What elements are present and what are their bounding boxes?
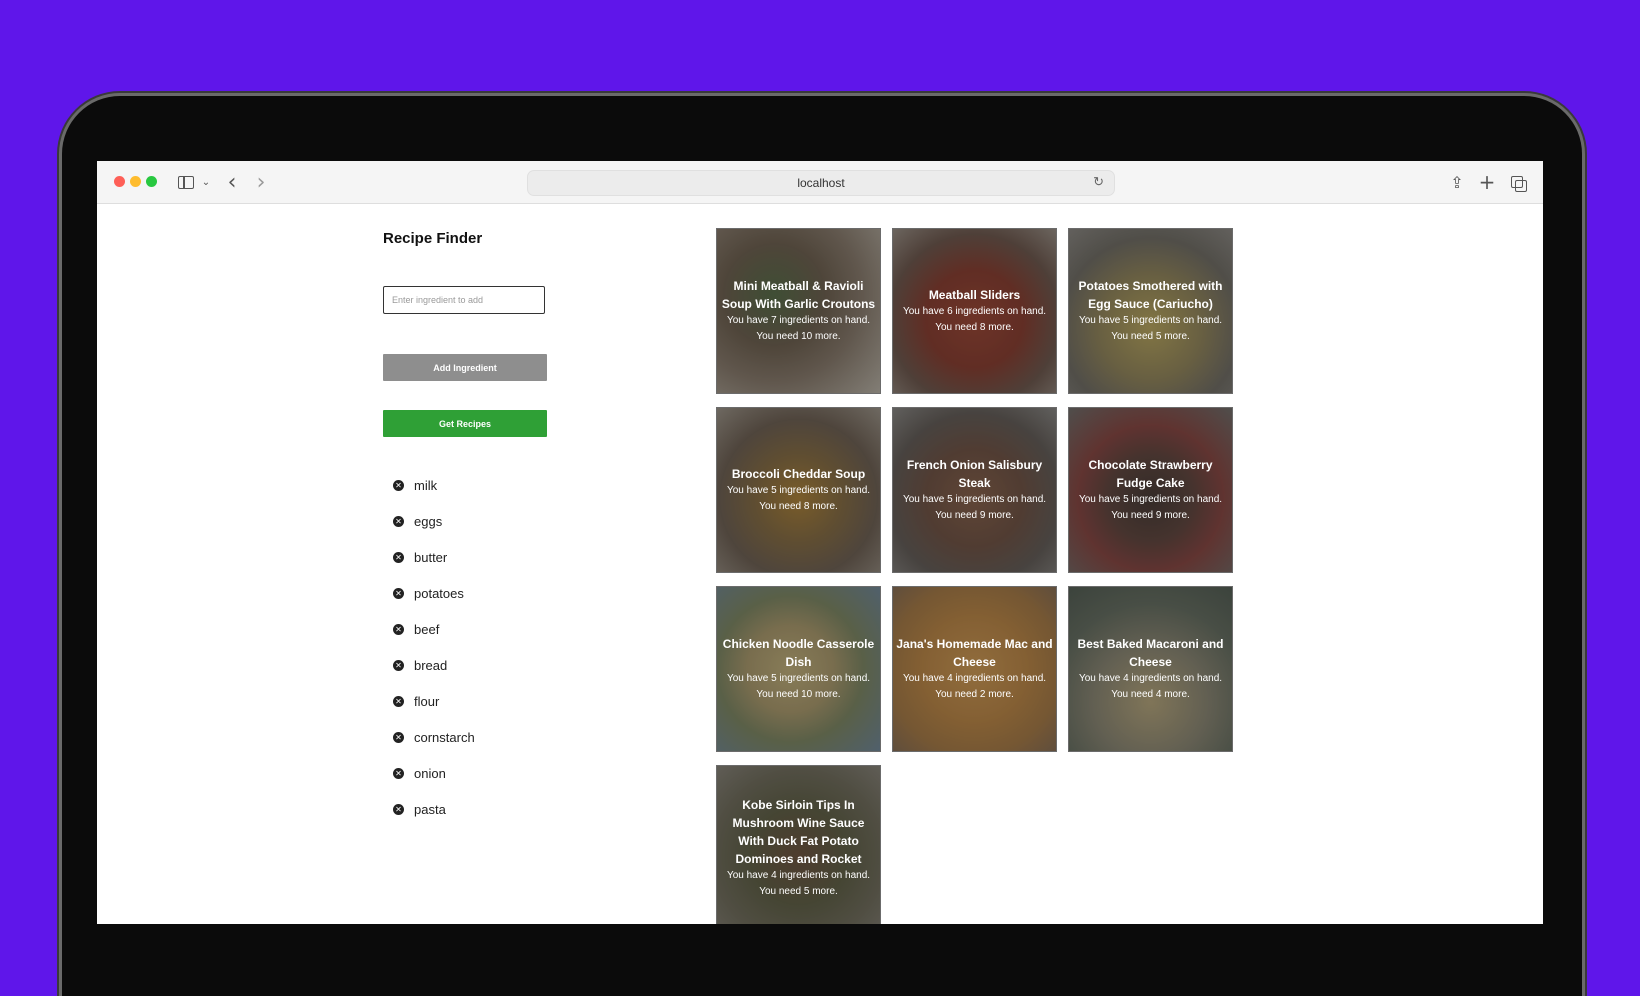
remove-icon[interactable]: ✕ — [393, 587, 404, 599]
zoom-window-button[interactable] — [146, 176, 157, 187]
recipe-title: Broccoli Cheddar Soup — [731, 467, 866, 481]
list-item: ✕ pasta — [393, 791, 475, 827]
recipe-have-count: You have 5 ingredients on hand. — [726, 485, 871, 496]
list-item: ✕ bread — [393, 647, 475, 683]
list-item: ✕ flour — [393, 683, 475, 719]
recipe-title: Chicken Noodle Casserole Dish — [722, 637, 875, 669]
recipe-grid: Mini Meatball & Ravioli Soup With Garlic… — [716, 228, 1233, 924]
recipe-title: Chocolate Strawberry Fudge Cake — [1088, 458, 1213, 490]
ingredient-label: beef — [414, 621, 440, 637]
list-item: ✕ butter — [393, 539, 475, 575]
recipe-have-count: You have 6 ingredients on hand. — [902, 306, 1047, 317]
forward-arrow-icon[interactable]: › — [254, 170, 268, 195]
minimize-window-button[interactable] — [130, 176, 141, 187]
recipe-title: Potatoes Smothered with Egg Sauce (Cariu… — [1078, 279, 1223, 311]
ingredient-label: pasta — [414, 801, 446, 817]
recipe-need-count: You need 10 more. — [756, 689, 841, 700]
recipe-card[interactable]: Potatoes Smothered with Egg Sauce (Cariu… — [1068, 228, 1233, 394]
recipe-need-count: You need 9 more. — [935, 510, 1014, 521]
recipe-need-count: You need 9 more. — [1111, 510, 1190, 521]
recipe-have-count: You have 5 ingredients on hand. — [1078, 315, 1223, 326]
ingredient-label: flour — [414, 693, 440, 709]
recipe-card[interactable]: Jana's Homemade Mac and Cheese You have 4… — [892, 586, 1057, 752]
list-item: ✕ milk — [393, 467, 475, 503]
recipe-title: Meatball Sliders — [928, 288, 1021, 302]
ingredient-list: ✕ milk ✕ eggs ✕ butter ✕ potatoes ✕ beef ✕ bre… — [393, 467, 475, 827]
recipe-title: Kobe Sirloin Tips In Mushroom Wine Sauce… — [732, 798, 865, 866]
recipe-title: Jana's Homemade Mac and Cheese — [896, 637, 1053, 669]
recipe-card[interactable]: Meatball Sliders You have 6 ingredients o… — [892, 228, 1057, 394]
sidebar-toggle-icon[interactable] — [177, 171, 195, 193]
ingredient-label: butter — [414, 549, 448, 565]
recipe-have-count: You have 5 ingredients on hand. — [902, 494, 1047, 505]
recipe-need-count: You need 10 more. — [756, 331, 841, 342]
back-arrow-icon[interactable]: ‹ — [225, 170, 239, 195]
recipe-card[interactable]: Broccoli Cheddar Soup You have 5 ingredie… — [716, 407, 881, 573]
recipe-have-count: You have 7 ingredients on hand. — [726, 315, 871, 326]
share-icon[interactable]: ⇪ — [1449, 171, 1465, 193]
chevron-down-icon[interactable]: ⌄ — [201, 171, 211, 193]
ingredient-label: cornstarch — [414, 729, 475, 745]
new-tab-icon[interactable]: + — [1479, 170, 1496, 194]
remove-icon[interactable]: ✕ — [393, 803, 404, 815]
list-item: ✕ eggs — [393, 503, 475, 539]
recipe-need-count: You need 8 more. — [759, 501, 838, 512]
remove-icon[interactable]: ✕ — [393, 623, 404, 635]
recipe-title: Best Baked Macaroni and Cheese — [1077, 637, 1224, 669]
recipe-have-count: You have 4 ingredients on hand. — [726, 870, 871, 881]
recipe-need-count: You need 2 more. — [935, 689, 1014, 700]
remove-icon[interactable]: ✕ — [393, 695, 404, 707]
recipe-card[interactable]: French Onion Salisbury Steak You have 5 i… — [892, 407, 1057, 573]
recipe-title: Mini Meatball & Ravioli Soup With Garlic… — [721, 279, 876, 311]
recipe-title: French Onion Salisbury Steak — [906, 458, 1043, 490]
browser-window: ⌄ ‹ › localhost ↻ ⇪ + Recipe Finder Add … — [97, 161, 1543, 924]
remove-icon[interactable]: ✕ — [393, 731, 404, 743]
address-bar[interactable]: localhost ↻ — [527, 170, 1115, 196]
list-item: ✕ beef — [393, 611, 475, 647]
close-window-button[interactable] — [114, 176, 125, 187]
recipe-have-count: You have 4 ingredients on hand. — [1078, 673, 1223, 684]
recipe-have-count: You have 5 ingredients on hand. — [726, 673, 871, 684]
ingredient-label: onion — [414, 765, 446, 781]
url-text: localhost — [797, 176, 845, 190]
recipe-card[interactable]: Mini Meatball & Ravioli Soup With Garlic… — [716, 228, 881, 394]
ingredient-input[interactable] — [383, 286, 545, 314]
recipe-have-count: You have 5 ingredients on hand. — [1078, 494, 1223, 505]
reload-icon[interactable]: ↻ — [1093, 174, 1104, 190]
ingredient-label: milk — [414, 477, 438, 493]
remove-icon[interactable]: ✕ — [393, 767, 404, 779]
page-title: Recipe Finder — [383, 230, 483, 247]
recipe-have-count: You have 4 ingredients on hand. — [902, 673, 1047, 684]
remove-icon[interactable]: ✕ — [393, 515, 404, 527]
ingredient-label: potatoes — [414, 585, 464, 601]
recipe-need-count: You need 8 more. — [935, 322, 1014, 333]
get-recipes-button[interactable]: Get Recipes — [383, 410, 547, 437]
remove-icon[interactable]: ✕ — [393, 479, 404, 491]
page-content: Recipe Finder Add Ingredient Get Recipes… — [97, 203, 1543, 924]
ingredient-label: eggs — [414, 513, 443, 529]
remove-icon[interactable]: ✕ — [393, 659, 404, 671]
recipe-need-count: You need 4 more. — [1111, 689, 1190, 700]
remove-icon[interactable]: ✕ — [393, 551, 404, 563]
list-item: ✕ cornstarch — [393, 719, 475, 755]
recipe-need-count: You need 5 more. — [759, 886, 838, 897]
recipe-card[interactable]: Chocolate Strawberry Fudge Cake You have … — [1068, 407, 1233, 573]
recipe-card[interactable]: Chicken Noodle Casserole Dish You have 5 … — [716, 586, 881, 752]
tab-overview-icon[interactable] — [1508, 171, 1527, 193]
ingredient-label: bread — [414, 657, 448, 673]
add-ingredient-button[interactable]: Add Ingredient — [383, 354, 547, 381]
recipe-card[interactable]: Best Baked Macaroni and Cheese You have 4… — [1068, 586, 1233, 752]
list-item: ✕ potatoes — [393, 575, 475, 611]
list-item: ✕ onion — [393, 755, 475, 791]
recipe-card[interactable]: Kobe Sirloin Tips In Mushroom Wine Sauce… — [716, 765, 881, 924]
recipe-need-count: You need 5 more. — [1111, 331, 1190, 342]
browser-toolbar: ⌄ ‹ › localhost ↻ ⇪ + — [97, 161, 1543, 204]
